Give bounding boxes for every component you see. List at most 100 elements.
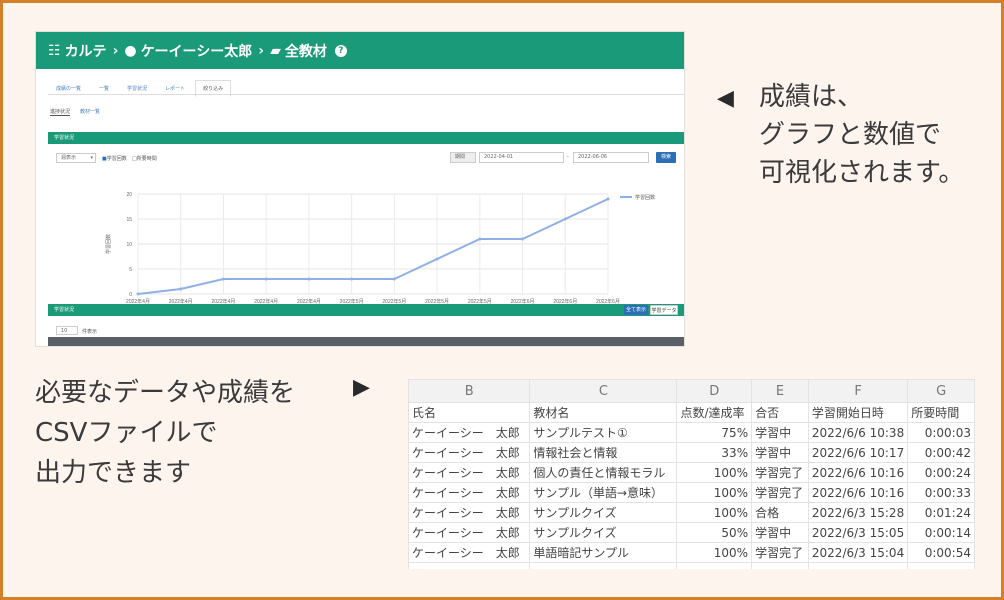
table-row: ケーイーシー 太郎 サンプルテスト① 75% 学習中 2022/6/6 10:38 0:0… [408, 422, 975, 443]
column-header[interactable]: E [751, 379, 809, 403]
table-cell[interactable]: 個人の責任と情報モラル [529, 462, 678, 483]
table-cell[interactable]: 2022/6/6 10:38 [807, 422, 909, 443]
date-to-input[interactable]: 2022-06-06 [573, 152, 649, 163]
header-cell[interactable]: 所要時間 [907, 402, 975, 423]
table-cell[interactable]: サンプルクイズ [529, 522, 678, 543]
caption-line: CSVファイルで [35, 418, 218, 448]
table-cell[interactable]: 学習中 [751, 442, 809, 463]
show-all-button[interactable]: 全て表示 [624, 305, 648, 315]
header-cell[interactable]: 合否 [751, 402, 809, 423]
subtab-materials[interactable]: 教材一覧 [80, 108, 100, 116]
table-cell[interactable]: 学習中 [751, 522, 809, 543]
table-cell[interactable]: ケーイーシー 太郎 [408, 482, 531, 503]
data-point [264, 277, 268, 281]
table-cell[interactable]: サンプル（単語→意味） [529, 482, 678, 503]
table-cell[interactable]: ケーイーシー 太郎 [408, 462, 531, 483]
data-point [136, 292, 140, 296]
table-cell[interactable]: 33% [676, 442, 753, 463]
table-cell[interactable] [676, 562, 753, 569]
table-row: ケーイーシー 太郎 情報社会と情報 33% 学習中 2022/6/6 10:17 0:00… [408, 442, 975, 463]
view-select[interactable]: 週表示 ▾ [56, 153, 96, 163]
table-cell[interactable]: 2022/6/6 10:16 [807, 482, 909, 503]
table-cell[interactable]: 情報社会と情報 [529, 442, 678, 463]
column-header[interactable]: D [676, 379, 753, 403]
table-cell[interactable]: ケーイーシー 太郎 [408, 542, 531, 563]
header-cell[interactable]: 点数/達成率 [676, 402, 753, 423]
caption-line: 出力できます [35, 458, 192, 488]
legend-toggle-2[interactable]: □所要時間 [132, 155, 157, 162]
table-cell[interactable]: 100% [676, 542, 753, 563]
table-cell[interactable]: ケーイーシー 太郎 [408, 422, 531, 443]
table-cell[interactable]: 0:00:14 [907, 522, 975, 543]
table-header-bar [48, 337, 684, 346]
table-cell[interactable]: 2022/6/3 15:05 [807, 522, 909, 543]
data-point [307, 277, 311, 281]
table-cell[interactable] [907, 562, 975, 569]
breadcrumb-user[interactable]: ケーイーシー太郎 [141, 41, 253, 61]
csv-spreadsheet: B C D E F G 氏名 教材名 点数/達成率 合否 学習開始日時 所要時間 ケーイーシー 太郎 サン… [408, 379, 975, 569]
y-axis-label: 学習回数 [105, 234, 112, 254]
table-cell[interactable]: ケーイーシー 太郎 [408, 442, 531, 463]
table-cell[interactable]: 2022/6/3 15:28 [807, 502, 909, 523]
header-cell[interactable]: 学習開始日時 [807, 402, 909, 423]
header-cell[interactable]: 氏名 [408, 402, 531, 423]
table-cell[interactable]: 単語暗記サンプル [529, 542, 678, 563]
table-cell[interactable]: 学習完了 [751, 482, 809, 503]
breadcrumb-karte[interactable]: カルテ [65, 41, 107, 61]
table-cell[interactable]: 学習完了 [751, 462, 809, 483]
table-cell[interactable]: 0:01:24 [907, 502, 975, 523]
table-cell[interactable]: 0:00:24 [907, 462, 975, 483]
page-size-select[interactable]: 10 [56, 326, 78, 335]
panel-header: 学習状況 [48, 132, 684, 144]
table-cell[interactable]: 0:00:03 [907, 422, 975, 443]
table-cell[interactable] [408, 562, 531, 569]
table-cell[interactable]: 2022/6/6 10:17 [807, 442, 909, 463]
column-header[interactable]: G [907, 379, 975, 403]
folder-icon: ▰ [270, 42, 281, 59]
table-cell[interactable]: 0:00:42 [907, 442, 975, 463]
subtab-progress[interactable]: 進捗状況 [50, 108, 71, 116]
table-cell[interactable]: 75% [676, 422, 753, 443]
table-cell[interactable] [807, 562, 909, 569]
header-cell[interactable]: 教材名 [529, 402, 678, 423]
search-button[interactable]: 検索 [656, 152, 676, 163]
table-cell[interactable]: 100% [676, 482, 753, 503]
tab-divider [48, 94, 684, 95]
table-row: ケーイーシー 太郎 個人の責任と情報モラル 100% 学習完了 2022/6/6 10:… [408, 462, 975, 483]
table-cell[interactable]: 合格 [751, 502, 809, 523]
date-from-input[interactable]: 2022-04-01 [479, 152, 564, 163]
column-header[interactable]: F [807, 379, 909, 403]
column-header[interactable]: B [408, 379, 531, 403]
table-cell[interactable]: サンプルテスト① [529, 422, 678, 443]
column-header[interactable]: C [529, 379, 678, 403]
table-cell[interactable]: 0:00:33 [907, 482, 975, 503]
table-row: ケーイーシー 太郎 単語暗記サンプル 100% 学習完了 2022/6/3 15:04 0… [408, 542, 975, 563]
legend-toggle-1[interactable]: ■学習回数 [102, 155, 127, 162]
data-point [606, 197, 610, 201]
line-chart: 051015202022年4月 2022年4月 2022年4月 2022年4月 2022… [105, 192, 655, 305]
help-icon[interactable]: ? [334, 44, 347, 57]
table-cell[interactable]: ケーイーシー 太郎 [408, 502, 531, 523]
table-cell[interactable]: 学習中 [751, 422, 809, 443]
app-screenshot: ☷ カルテ › ● ケーイーシー太郎 › ▰ 全教材 ? 成績の一覧 一覧 学習… [36, 32, 684, 346]
table-cell[interactable] [751, 562, 809, 569]
promo-frame: ☷ カルテ › ● ケーイーシー太郎 › ▰ 全教材 ? 成績の一覧 一覧 学習… [0, 0, 1004, 600]
y-tick-label: 5 [129, 267, 132, 273]
data-point [350, 277, 354, 281]
export-button[interactable]: 学習データ [650, 305, 678, 315]
date-range-separator: - [567, 154, 569, 160]
table-cell[interactable]: 0:00:54 [907, 542, 975, 563]
table-cell[interactable] [529, 562, 678, 569]
table-cell[interactable]: 100% [676, 462, 753, 483]
table-cell[interactable]: 50% [676, 522, 753, 543]
table-cell[interactable]: ケーイーシー 太郎 [408, 522, 531, 543]
table-cell[interactable]: 100% [676, 502, 753, 523]
data-point [435, 257, 439, 261]
table-cell[interactable]: 学習完了 [751, 542, 809, 563]
caption-line: グラフと数値で [759, 120, 942, 150]
data-point [179, 287, 183, 291]
table-cell[interactable]: 2022/6/6 10:16 [807, 462, 909, 483]
table-cell[interactable]: 2022/6/3 15:04 [807, 542, 909, 563]
table-cell[interactable]: サンプルクイズ [529, 502, 678, 523]
y-tick-label: 15 [126, 217, 132, 223]
